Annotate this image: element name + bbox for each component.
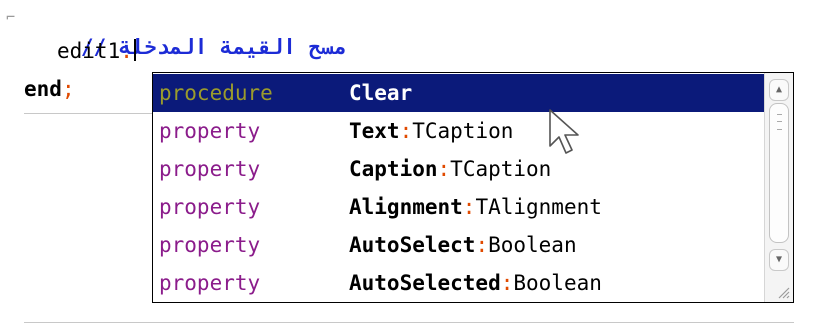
text-caret xyxy=(133,39,136,61)
completion-item-colon: : xyxy=(475,233,489,257)
completion-item-autoselect[interactable]: property AutoSelect:Boolean xyxy=(153,226,764,264)
completion-item-kind: property xyxy=(159,271,261,295)
completion-item-name: Alignment xyxy=(349,195,463,219)
completion-scrollbar[interactable]: ▲ ▼ xyxy=(764,73,793,302)
completion-item-name: AutoSelect xyxy=(349,233,476,257)
completion-item-name: Text xyxy=(349,119,400,143)
completion-item-signature: Clear xyxy=(349,74,412,112)
chevron-up-icon[interactable]: ▲ xyxy=(769,79,789,101)
completion-item-caption[interactable]: property Caption:TCaption xyxy=(153,150,764,188)
code-line-end: end; xyxy=(24,74,75,104)
completion-item-name: AutoSelected xyxy=(349,271,501,295)
completion-item-kind: property xyxy=(159,233,261,257)
scrollbar-thumb[interactable] xyxy=(769,103,789,243)
code-completion-popup[interactable]: procedure Clear property Text:TCaption prope… xyxy=(152,72,794,303)
completion-item-autoselected[interactable]: property AutoSelected:Boolean xyxy=(153,264,764,302)
completion-list[interactable]: procedure Clear property Text:TCaption prope… xyxy=(153,73,764,302)
completion-item-signature: Caption:TCaption xyxy=(349,150,551,188)
completion-item-type: TCaption xyxy=(412,119,514,143)
code-dot: . xyxy=(120,39,133,63)
completion-item-type: TCaption xyxy=(450,157,552,181)
completion-item-signature: Text:TCaption xyxy=(349,112,513,150)
resize-grip-icon[interactable] xyxy=(776,285,790,299)
completion-item-kind: property xyxy=(159,157,261,181)
line-separator xyxy=(24,322,794,323)
completion-item-alignment[interactable]: property Alignment:TAlignment xyxy=(153,188,764,226)
completion-item-name: Caption xyxy=(349,157,438,181)
completion-item-clear[interactable]: procedure Clear xyxy=(153,74,764,112)
completion-item-kind: property xyxy=(159,195,261,219)
completion-item-type: TAlignment xyxy=(475,195,602,219)
fold-marker-icon[interactable]: ⌐ xyxy=(6,8,15,26)
completion-item-signature: AutoSelect:Boolean xyxy=(349,226,577,264)
completion-item-colon: : xyxy=(399,119,413,143)
completion-item-signature: AutoSelected:Boolean xyxy=(349,264,602,302)
completion-item-text[interactable]: property Text:TCaption xyxy=(153,112,764,150)
completion-item-colon: : xyxy=(437,157,451,181)
completion-item-kind: property xyxy=(159,119,261,143)
completion-item-kind: procedure xyxy=(159,81,273,105)
completion-item-type: Boolean xyxy=(513,271,602,295)
line-separator xyxy=(24,113,152,114)
mouse-pointer-icon xyxy=(549,109,579,154)
completion-item-colon: : xyxy=(462,195,476,219)
completion-item-colon: : xyxy=(500,271,514,295)
code-editor[interactable]: ⌐ مسح القيمة المدخلة // edit1. end; proc… xyxy=(0,0,817,325)
completion-item-type: Boolean xyxy=(488,233,577,257)
code-object: edit1 xyxy=(57,39,121,63)
code-line-edit1: edit1. xyxy=(57,36,136,66)
completion-item-name: Clear xyxy=(349,81,413,105)
chevron-down-icon[interactable]: ▼ xyxy=(769,249,789,271)
end-keyword: end xyxy=(24,77,62,101)
completion-item-signature: Alignment:TAlignment xyxy=(349,188,602,226)
end-semicolon: ; xyxy=(61,77,75,101)
